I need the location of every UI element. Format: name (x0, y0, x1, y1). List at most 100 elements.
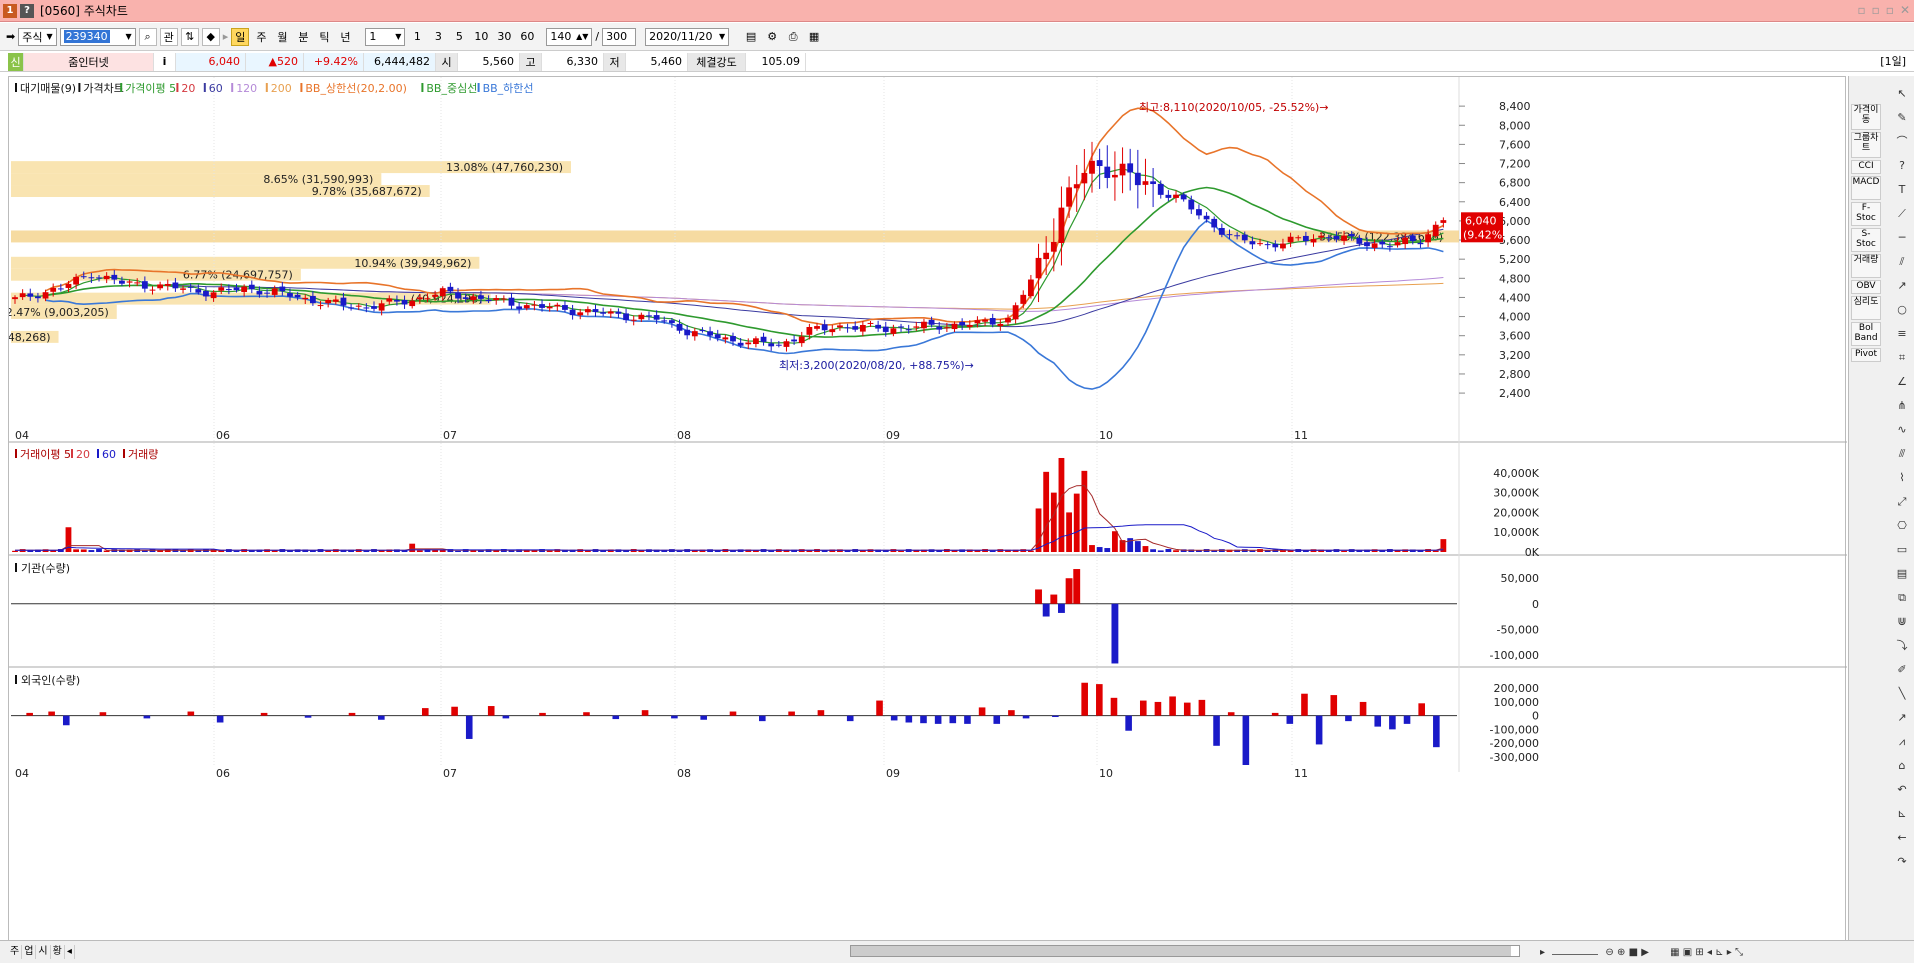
doc-icon[interactable]: ▤ (1893, 566, 1911, 582)
circle-icon[interactable]: ○ (1893, 302, 1911, 318)
gann-icon[interactable]: ⌗ (1893, 350, 1911, 366)
indicator-sstoc[interactable]: S-Stoc (1851, 228, 1881, 252)
channel-icon[interactable]: ⫽ (1893, 254, 1911, 270)
pen-icon[interactable]: ✐ (1893, 662, 1911, 678)
fibo-icon[interactable]: ≡ (1893, 326, 1911, 342)
cycle-icon[interactable]: ⌇ (1893, 470, 1911, 486)
pin-icon[interactable]: ⤵ (1893, 638, 1911, 654)
undo-icon[interactable]: ↶ (1893, 782, 1911, 798)
indicator-obv[interactable]: OBV (1851, 280, 1881, 294)
unit-10[interactable]: 10 (471, 28, 491, 46)
save-icon[interactable]: ▣ (1683, 947, 1692, 958)
brush-icon[interactable]: ⌒ (1893, 134, 1911, 150)
gear-icon[interactable]: ⚙ (763, 28, 781, 46)
question-icon[interactable]: ? (1893, 158, 1911, 174)
parallel-icon[interactable]: ⫻ (1893, 446, 1911, 462)
text-icon[interactable]: T (1893, 182, 1911, 198)
help-icon[interactable]: ? (20, 3, 34, 18)
indicator-moving-average[interactable]: 가격이동 (1851, 104, 1881, 130)
indicator-bollinger[interactable]: Bol Band (1851, 322, 1881, 346)
date-select[interactable]: 2020/11/20 ▼ (645, 27, 730, 46)
magnet-icon[interactable]: ⋓ (1893, 614, 1911, 630)
chart-svg[interactable]: 13.08% (47,760,230)8.65% (31,590,993)9.7… (9, 77, 1847, 952)
maximize-icon[interactable]: ▫ (1886, 3, 1894, 17)
grid-icon[interactable]: ▦ (805, 28, 823, 46)
indicator-macd[interactable]: MACD (1851, 176, 1881, 200)
eraser-icon[interactable]: ✎ (1893, 110, 1911, 126)
unit-30[interactable]: 30 (494, 28, 514, 46)
period-year[interactable]: 년 (336, 28, 354, 46)
period-minute[interactable]: 분 (294, 28, 312, 46)
total-input[interactable]: 300 (602, 27, 637, 46)
print-icon[interactable]: ⎙ (784, 28, 802, 46)
indicator-cci[interactable]: CCI (1851, 160, 1881, 174)
excel-icon[interactable]: ▦ (1670, 947, 1679, 958)
search-icon[interactable]: ⌕ (138, 27, 157, 46)
indicator-pivot[interactable]: Pivot (1851, 348, 1881, 362)
home-icon[interactable]: ⌂ (1893, 758, 1911, 774)
copy-icon[interactable]: ⧉ (1893, 590, 1911, 606)
scroll-right-icon[interactable]: ▸ (1540, 947, 1545, 958)
count-input[interactable]: 140 ▲▼ (546, 27, 593, 46)
period-month[interactable]: 월 (273, 28, 291, 46)
last-icon[interactable]: ⊾ (1715, 947, 1723, 958)
close-icon[interactable]: ✕ (1900, 3, 1910, 17)
info-button[interactable]: i (154, 52, 176, 71)
period-week[interactable]: 주 (252, 28, 270, 46)
zoom-in-icon[interactable]: ⊕ (1617, 947, 1625, 958)
unit-select[interactable]: 1 ▼ (365, 27, 406, 46)
minimize-icon[interactable]: ▫ (1858, 3, 1866, 17)
unit-1[interactable]: 1 (408, 28, 426, 46)
zoom-slider[interactable] (1552, 953, 1599, 955)
indicator-volume[interactable]: 거래량 (1851, 254, 1881, 278)
tab-ju[interactable]: 주 (8, 945, 23, 959)
indicator-group-chart[interactable]: 그룹차트 (1851, 132, 1881, 158)
tab-up[interactable]: 업 (22, 945, 37, 959)
box-icon[interactable]: ▭ (1893, 542, 1911, 558)
indicator-fstoc[interactable]: F-Stoc (1851, 202, 1881, 226)
trend-icon[interactable]: ⟋ (1893, 206, 1911, 222)
wave-icon[interactable]: ∿ (1893, 422, 1911, 438)
ruler-icon[interactable]: ⊾ (1893, 806, 1911, 822)
sort-icon[interactable]: ⇅ (180, 27, 199, 46)
layout-icon[interactable]: ⊞ (1695, 947, 1703, 958)
cursor-icon[interactable]: ↖ (1893, 86, 1911, 102)
period-day[interactable]: 일 (231, 27, 250, 46)
stop-icon[interactable]: ■ (1629, 947, 1638, 958)
line-tool-icon[interactable]: ╲ (1893, 686, 1911, 702)
unit-3[interactable]: 3 (429, 28, 447, 46)
market-select[interactable]: 주식 ▼ (18, 27, 57, 46)
indicator-psychology[interactable]: 심리도 (1851, 296, 1881, 320)
redo-icon[interactable]: ↷ (1893, 854, 1911, 870)
prev-icon[interactable]: ◂ (1707, 947, 1712, 958)
ray-icon[interactable]: ↗ (1893, 278, 1911, 294)
pitchfork-icon[interactable]: ⋔ (1893, 398, 1911, 414)
arrow-tool-icon[interactable]: ↗ (1893, 710, 1911, 726)
chart-area[interactable]: 13.08% (47,760,230) 8.65% (31,590,993) 9.7… (8, 76, 1847, 952)
play-icon[interactable]: ▶ (1641, 947, 1649, 958)
unit-5[interactable]: 5 (450, 28, 468, 46)
restore-icon[interactable]: ▫ (1872, 3, 1880, 17)
zigzag-icon[interactable]: ⩘ (1893, 734, 1911, 750)
spin-icon[interactable]: ◆ (201, 27, 220, 46)
angle-icon[interactable]: ∠ (1893, 374, 1911, 390)
code-input[interactable]: 239340 ▼ (59, 27, 136, 46)
fit-icon[interactable]: ⤡ (1735, 947, 1743, 958)
horizontal-scrollbar[interactable] (850, 945, 1520, 957)
arrow-right-icon[interactable]: ➡ (6, 30, 15, 43)
unit-60[interactable]: 60 (517, 28, 537, 46)
fan-icon[interactable]: ⤢ (1893, 494, 1911, 510)
hline-icon[interactable]: ─ (1893, 230, 1911, 246)
zoom-out-icon[interactable]: ⊖ (1605, 947, 1613, 958)
app-1-icon[interactable]: 1 (3, 3, 17, 18)
period-tick[interactable]: 틱 (315, 28, 333, 46)
gwan-button[interactable]: 관 (159, 27, 178, 46)
auto-icon[interactable]: ⎔ (1893, 518, 1911, 534)
chart-settings-icon[interactable]: ▤ (742, 28, 760, 46)
scroll-left-icon[interactable]: ◂ (65, 945, 75, 959)
arrow-left-icon[interactable]: ← (1893, 830, 1911, 846)
tab-hwang[interactable]: 황 (51, 945, 65, 959)
next-icon[interactable]: ▸ (1727, 947, 1732, 958)
scroll-thumb[interactable] (851, 946, 1511, 956)
tab-si[interactable]: 시 (36, 945, 51, 959)
